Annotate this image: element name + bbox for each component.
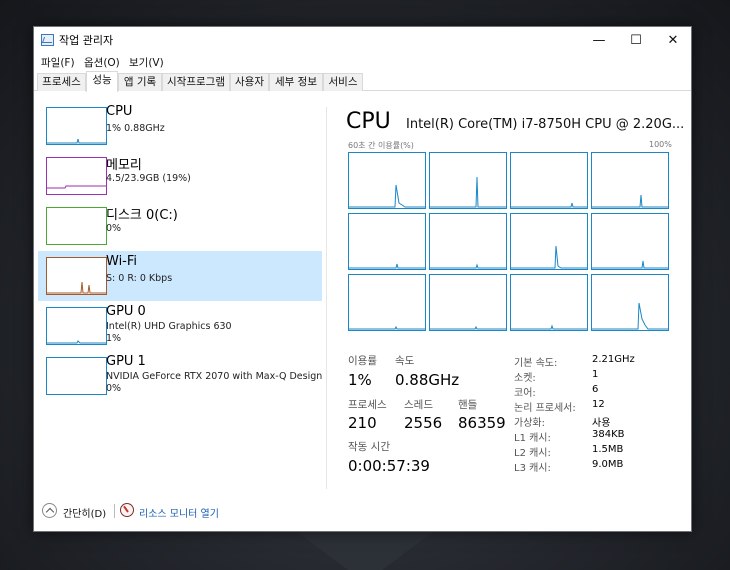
resource-name: GPU 0 [106,304,146,319]
resource-detail: Intel(R) UHD Graphics 630 [106,321,232,332]
resource-detail: NVIDIA GeForce RTX 2070 with Max-Q Desig… [106,371,323,382]
spec-label: 가상화: [514,418,545,429]
disk-mini-graph [46,207,107,245]
detail-title: CPU [346,109,391,134]
footer-divider [114,504,115,518]
core-graph [510,274,588,331]
core-graph [348,213,426,270]
core-graph [510,152,588,209]
core-graph [591,213,669,270]
close-button[interactable]: ✕ [655,27,691,53]
resource-detail: 0% [106,223,122,234]
panel-divider [326,107,327,489]
title-bar[interactable]: 작업 관리자 — ☐ ✕ [34,27,691,53]
logical-processor-graphs [348,152,673,335]
core-graph [429,152,507,209]
spec-label: 기본 속도: [514,358,558,369]
window-title: 작업 관리자 [59,34,114,47]
spec-value: 12 [592,399,605,410]
tab-startup[interactable]: 시작프로그램 [162,73,230,91]
uptime-value: 0:00:57:39 [348,457,430,475]
core-graph [348,274,426,331]
core-graph [348,152,426,209]
resource-name: GPU 1 [106,354,146,369]
menu-bar: 파일(F) 옵션(O) 보기(V) [34,53,691,71]
resource-detail: 1% 0.88GHz [106,123,165,134]
resource-item-gpu1[interactable]: GPU 1 NVIDIA GeForce RTX 2070 with Max-Q… [38,351,322,401]
spec-value: 2.21GHz [592,354,635,365]
uptime-label: 작동 시간 [348,441,390,453]
spec-label: L1 캐시: [514,433,551,444]
graph-axis-max: 100% [649,140,672,149]
usage-label: 이용률 [348,355,377,367]
spec-value: 6 [592,384,599,395]
resource-item-wifi[interactable]: Wi-Fi S: 0 R: 0 Kbps [38,251,322,301]
tab-processes[interactable]: 프로세스 [37,73,86,91]
resource-usage: 1% [106,333,122,344]
core-graph [429,274,507,331]
tab-performance[interactable]: 성능 [86,71,118,92]
resource-name: 디스크 0(C:) [106,208,178,223]
process-label: 프로세스 [348,399,387,411]
gpu1-mini-graph [46,357,107,395]
collapse-button[interactable]: 간단히(D) [63,505,106,520]
tab-strip: 프로세스 성능 앱 기록 시작프로그램 사용자 세부 정보 서비스 [34,71,691,92]
spec-label: L3 캐시: [514,463,551,474]
open-resource-monitor-link[interactable]: 리소스 모니터 열기 [139,505,219,520]
wallpaper-shape [297,532,433,570]
menu-file[interactable]: 파일(F) [41,55,75,70]
maximize-button[interactable]: ☐ [618,27,654,53]
cpu-model-name: Intel(R) Core(TM) i7-8750H CPU @ 2.20G..… [406,117,685,132]
menu-options[interactable]: 옵션(O) [84,55,120,70]
gpu0-mini-graph [46,307,107,345]
resource-name: CPU [106,104,133,119]
resource-detail: S: 0 R: 0 Kbps [106,273,173,284]
spec-value: 9.0MB [592,459,624,470]
core-graph [429,213,507,270]
core-graph [591,152,669,209]
process-value: 210 [348,414,377,432]
resource-item-cpu[interactable]: CPU 1% 0.88GHz [38,101,322,151]
thread-label: 스레드 [404,399,433,411]
menu-view[interactable]: 보기(V) [129,55,164,70]
task-manager-window: 작업 관리자 — ☐ ✕ 파일(F) 옵션(O) 보기(V) 프로세스 성능 앱… [33,26,692,532]
cpu-mini-graph [46,107,107,145]
resource-detail: 4.5/23.9GB (19%) [106,173,191,184]
task-manager-app-icon [41,34,54,46]
minimize-button[interactable]: — [581,27,617,53]
usage-value: 1% [348,371,372,389]
footer-bar: 간단히(D) 리소스 모니터 열기 [34,498,691,528]
thread-value: 2556 [404,414,443,432]
tab-users[interactable]: 사용자 [230,73,269,91]
spec-label: 논리 프로세서: [514,403,576,414]
resource-item-disk[interactable]: 디스크 0(C:) 0% [38,201,322,251]
speed-label: 속도 [395,355,415,367]
handle-label: 핸들 [458,399,478,411]
resource-usage: 0% [106,383,122,394]
resource-monitor-icon[interactable] [120,503,134,517]
wifi-mini-graph [46,257,107,295]
resource-list: CPU 1% 0.88GHz 메모리 4.5/23.9GB (19%) 디스크 … [34,91,326,491]
handle-value: 86359 [458,414,506,432]
core-graph [510,213,588,270]
resource-item-memory[interactable]: 메모리 4.5/23.9GB (19%) [38,151,322,201]
graph-axis-label: 60초 간 이용률(%) [348,141,414,150]
chevron-up-icon[interactable] [42,503,57,518]
spec-label: 코어: [514,388,536,399]
tab-details[interactable]: 세부 정보 [269,73,323,91]
tab-services[interactable]: 서비스 [323,73,363,91]
spec-label: L2 캐시: [514,448,551,459]
resource-name: 메모리 [106,158,142,173]
memory-mini-graph [46,157,107,195]
spec-value: 1 [592,369,599,380]
core-graph [591,274,669,331]
resource-item-gpu0[interactable]: GPU 0 Intel(R) UHD Graphics 630 1% [38,301,322,351]
spec-value: 384KB [592,429,625,440]
tab-app-history[interactable]: 앱 기록 [118,73,162,91]
speed-value: 0.88GHz [395,371,460,389]
spec-value: 사용 [592,418,611,429]
resource-name: Wi-Fi [106,254,138,269]
spec-value: 1.5MB [592,444,624,455]
spec-label: 소켓: [514,373,536,384]
